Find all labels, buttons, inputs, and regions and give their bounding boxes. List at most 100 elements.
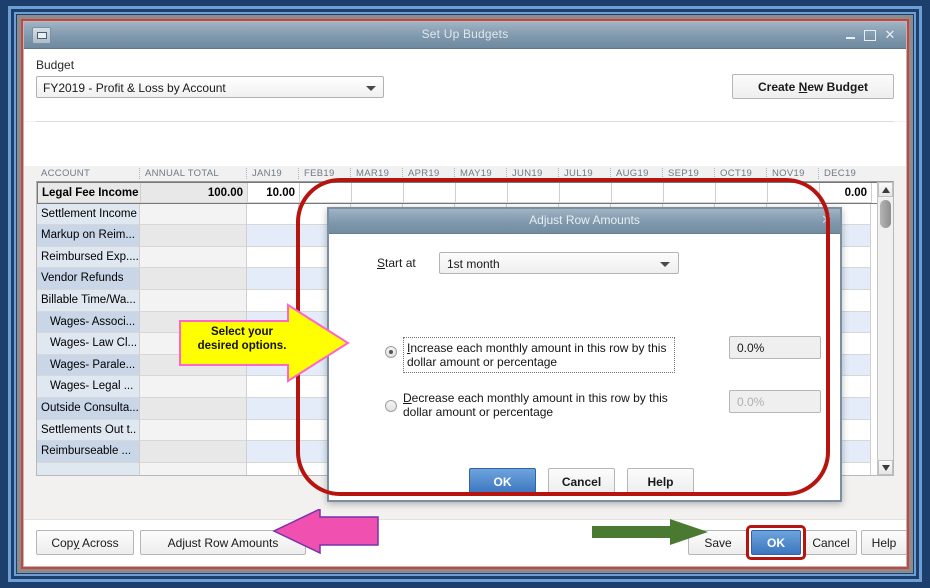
- grid-cell-month[interactable]: [247, 441, 299, 463]
- dialog-cancel-button[interactable]: Cancel: [548, 468, 615, 494]
- grid-cell-month[interactable]: [456, 183, 508, 203]
- budget-label: Budget: [36, 58, 75, 72]
- dialog-titlebar: Adjust Row Amounts ✕: [329, 209, 840, 234]
- grid-cell-account[interactable]: Legal Fee Income: [38, 183, 141, 203]
- grid-cell-month[interactable]: [612, 183, 664, 203]
- cancel-button[interactable]: Cancel: [805, 530, 857, 555]
- grid-vertical-scrollbar[interactable]: [877, 182, 893, 475]
- close-icon[interactable]: ✕: [882, 26, 898, 43]
- grid-column-header[interactable]: OCT19: [714, 168, 766, 179]
- grid-column-header[interactable]: MAR19: [350, 168, 402, 179]
- grid-cell-account[interactable]: Wages- Parale...: [37, 354, 140, 377]
- increase-option-label: Increase each monthly amount in this row…: [403, 337, 675, 373]
- grid-cell-month[interactable]: [404, 183, 456, 203]
- grid-cell-account[interactable]: Wages- Associ...: [37, 311, 140, 334]
- grid-cell-month[interactable]: [247, 462, 299, 475]
- budget-dropdown-value: FY2019 - Profit & Loss by Account: [43, 81, 226, 95]
- grid-cell-month[interactable]: [247, 203, 299, 226]
- grid-cell-month[interactable]: [768, 183, 820, 203]
- increase-text: ncrease each monthly amount in this row …: [407, 341, 667, 369]
- grid-cell-annual-total[interactable]: [140, 225, 247, 247]
- create-new-budget-post: ew Budget: [807, 80, 869, 94]
- copy-across-button[interactable]: Copy Across: [36, 530, 134, 555]
- green-arrow-annotation: [592, 519, 708, 545]
- grid-cell-account[interactable]: Reimbursed Exp....: [37, 246, 140, 269]
- grid-column-header[interactable]: JUN19: [506, 168, 558, 179]
- scroll-up-arrow-icon[interactable]: [878, 182, 893, 197]
- start-at-label-rest: tart at: [385, 256, 416, 270]
- grid-cell-month[interactable]: [508, 183, 560, 203]
- grid-cell-account[interactable]: Settlement Income: [37, 203, 140, 226]
- grid-cell-annual-total[interactable]: [140, 246, 247, 269]
- decrease-text: ecrease each monthly amount in this row …: [403, 391, 668, 419]
- create-new-budget-button[interactable]: Create New Budget: [732, 74, 894, 99]
- grid-cell-account[interactable]: Markup on Reim...: [37, 225, 140, 247]
- decrease-amount-input[interactable]: 0.0%: [729, 390, 821, 413]
- budget-selector-area: Budget FY2019 - Profit & Loss by Account…: [24, 49, 906, 121]
- grid-cell-annual-total[interactable]: 100.00: [141, 183, 248, 203]
- scroll-down-arrow-icon[interactable]: [878, 460, 893, 475]
- grid-cell-account[interactable]: Wages- Law Cl...: [37, 333, 140, 355]
- grid-cell-month[interactable]: [664, 183, 716, 203]
- grid-cell-month[interactable]: [247, 397, 299, 420]
- grid-cell-annual-total[interactable]: [140, 462, 247, 475]
- grid-column-header[interactable]: JAN19: [246, 168, 298, 179]
- set-up-budgets-window: Set Up Budgets ✕ Budget FY2019 - Profit …: [23, 21, 907, 567]
- decrease-radio-button[interactable]: [385, 400, 397, 412]
- grid-column-header[interactable]: AUG19: [610, 168, 662, 179]
- grid-column-header[interactable]: ANNUAL TOTAL: [139, 168, 246, 179]
- grid-column-header[interactable]: DEC19: [818, 168, 870, 179]
- grid-cell-month[interactable]: [716, 183, 768, 203]
- grid-cell-month[interactable]: [247, 246, 299, 269]
- minimize-icon[interactable]: [842, 26, 858, 43]
- grid-cell-month[interactable]: [560, 183, 612, 203]
- decrease-option-label: Decrease each monthly amount in this row…: [403, 391, 671, 419]
- table-row[interactable]: Legal Fee Income 100.00 10.00 0.00: [37, 182, 893, 204]
- grid-column-header[interactable]: APR19: [402, 168, 454, 179]
- grid-cell-account[interactable]: Wages- Legal ...: [37, 376, 140, 398]
- grid-cell-month[interactable]: [352, 183, 404, 203]
- grid-column-header[interactable]: MAY19: [454, 168, 506, 179]
- callout-annotation: Select your desired options.: [178, 303, 350, 383]
- grid-cell-account[interactable]: Outside Consulta...: [37, 397, 140, 420]
- grid-column-header[interactable]: JUL19: [558, 168, 610, 179]
- increase-radio-button[interactable]: [385, 346, 397, 358]
- grid-cell-account[interactable]: Settlements Out t..: [37, 419, 140, 442]
- grid-cell-month[interactable]: 0.00: [820, 183, 872, 203]
- dialog-help-button[interactable]: Help: [627, 468, 694, 494]
- grid-cell-account[interactable]: Vendor Refunds: [37, 268, 140, 290]
- grid-column-header[interactable]: ACCOUNT: [36, 168, 139, 179]
- grid-cell-annual-total[interactable]: [140, 268, 247, 290]
- grid-cell-annual-total[interactable]: [140, 397, 247, 420]
- maximize-icon[interactable]: [862, 26, 878, 43]
- callout-line-1: Select your: [211, 326, 273, 338]
- grid-column-header[interactable]: NOV19: [766, 168, 818, 179]
- budget-dropdown[interactable]: FY2019 - Profit & Loss by Account: [36, 76, 384, 98]
- grid-cell-month[interactable]: [247, 225, 299, 247]
- grid-cell-annual-total[interactable]: [140, 441, 247, 463]
- grid-cell-account[interactable]: Billable Time/Wa...: [37, 289, 140, 312]
- increase-amount-input[interactable]: 0.0%: [729, 336, 821, 359]
- chevron-down-icon: [366, 86, 376, 91]
- grid-cell-account[interactable]: Reimburseable ...: [37, 441, 140, 463]
- grid-cell-month[interactable]: [247, 419, 299, 442]
- grid-column-header[interactable]: SEP19: [662, 168, 714, 179]
- close-icon[interactable]: ✕: [821, 212, 832, 228]
- dialog-body: Start at 1st month Increase each monthly…: [329, 234, 840, 503]
- grid-cell-annual-total[interactable]: [140, 419, 247, 442]
- pink-arrow-annotation: [272, 509, 379, 554]
- scrollbar-thumb[interactable]: [880, 200, 891, 228]
- start-at-label-accel: S: [377, 256, 386, 270]
- dialog-title: Adjust Row Amounts: [529, 213, 640, 227]
- dialog-ok-button[interactable]: OK: [469, 468, 536, 494]
- decrease-accel: D: [403, 391, 412, 405]
- start-at-label: Start at: [377, 256, 416, 270]
- grid-cell-month[interactable]: [247, 268, 299, 290]
- help-button[interactable]: Help: [861, 530, 906, 555]
- start-at-dropdown[interactable]: 1st month: [439, 252, 679, 274]
- grid-cell-annual-total[interactable]: [140, 203, 247, 226]
- grid-cell-month[interactable]: 10.00: [248, 183, 300, 203]
- grid-column-header[interactable]: FEB19: [298, 168, 350, 179]
- grid-cell-month[interactable]: [300, 183, 352, 203]
- grid-cell-account[interactable]: [37, 462, 140, 475]
